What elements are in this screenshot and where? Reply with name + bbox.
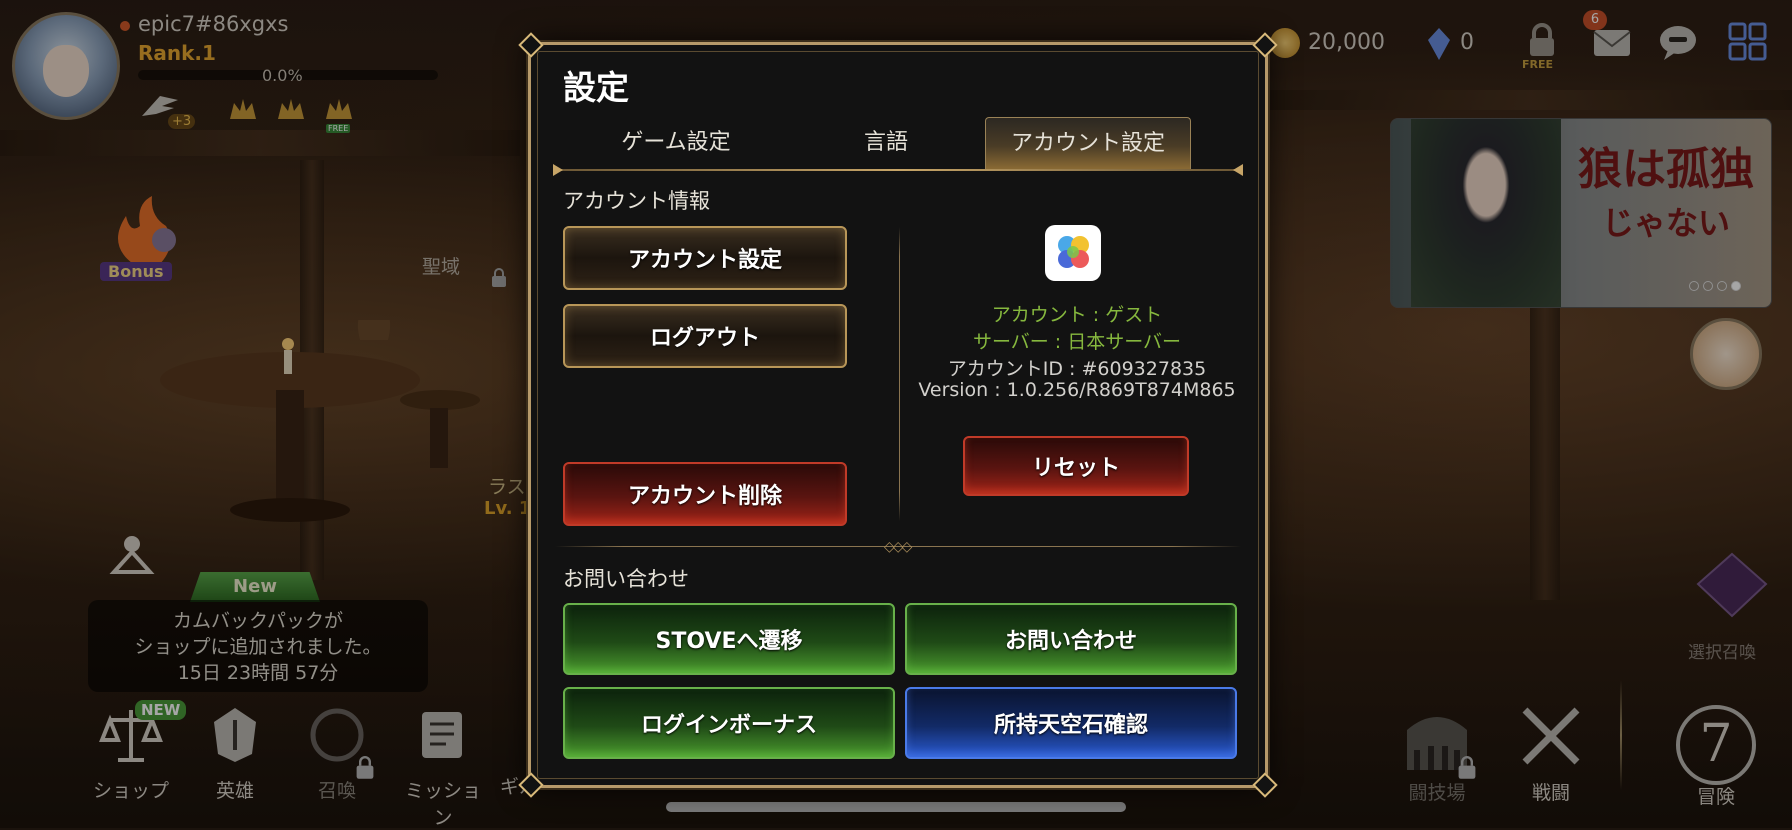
stove-logo-icon: [1058, 236, 1089, 268]
tab-language[interactable]: 言語: [783, 117, 989, 169]
logout-button[interactable]: ログアウト: [563, 304, 847, 368]
tab-account-settings[interactable]: アカウント設定: [985, 117, 1191, 169]
divider-ornament: ◇◇◇: [884, 539, 912, 555]
vertical-divider: [899, 227, 900, 521]
account-settings-button[interactable]: アカウント設定: [563, 226, 847, 290]
stove-app-icon: [1045, 225, 1101, 281]
account-type-text: アカウント : ゲスト: [991, 304, 1163, 326]
reset-button[interactable]: リセット: [963, 436, 1189, 496]
account-info-heading: アカウント情報: [563, 189, 710, 213]
tab-game-settings[interactable]: ゲーム設定: [573, 117, 779, 169]
delete-account-button[interactable]: アカウント削除: [563, 462, 847, 526]
contact-heading: お問い合わせ: [563, 567, 689, 591]
dialog-title: 設定: [563, 68, 629, 107]
server-text: サーバー : 日本サーバー: [972, 331, 1182, 353]
tab-underline: [553, 164, 1243, 176]
version-text: Version : 1.0.256/R869T874M865: [918, 379, 1236, 401]
account-id-text: アカウントID : #609327835: [947, 358, 1207, 380]
contact-button[interactable]: お問い合わせ: [905, 603, 1237, 675]
login-bonus-button[interactable]: ログインボーナス: [563, 687, 895, 759]
skystone-check-button[interactable]: 所持天空石確認: [905, 687, 1237, 759]
settings-dialog: 設定 ゲーム設定 言語 アカウント設定 アカウント情報 アカウント設定 ログアウ…: [518, 32, 1278, 798]
stove-button[interactable]: STOVEへ遷移: [563, 603, 895, 675]
